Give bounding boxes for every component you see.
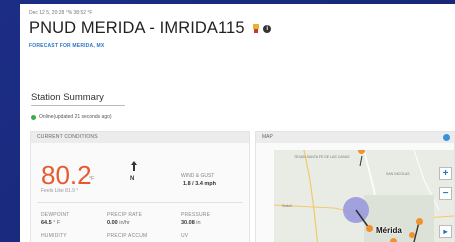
dewpoint-label: DEWPOINT <box>41 212 70 218</box>
page-background: Dec 12 5, 20:28 °% 38:52 °F PNUD MERIDA … <box>0 0 455 242</box>
map-graphics <box>274 150 454 242</box>
humidity-label: HUMIDITY <box>41 233 67 239</box>
current-conditions-header: CURRENT CONDITIONS <box>31 132 249 143</box>
uv-label: UV <box>181 233 189 239</box>
forecast-link[interactable]: FORECAST FOR MERIDA, MX <box>29 43 104 49</box>
status-dot-icon <box>31 114 36 120</box>
dewpoint-value: 64.5 ° F <box>41 220 61 226</box>
precip-accum-label: PRECIP ACCUM <box>107 233 148 239</box>
station-summary-heading: Station Summary <box>31 92 104 103</box>
pressure-value: 30.08 in <box>181 220 201 226</box>
map-place-label: TEXAN SANTA FE DE LAS CASAS <box>294 155 350 159</box>
wind-gust-label: WIND & GUST <box>181 173 215 179</box>
pressure-label: PRESSURE <box>181 212 211 218</box>
timestamp-meta: Dec 12 5, 20:28 °% 38:52 °F <box>29 10 93 16</box>
wind-direction: N <box>130 176 135 182</box>
city-label: Mérida <box>376 226 402 235</box>
station-marker[interactable] <box>416 218 423 225</box>
zoom-in-button[interactable]: + <box>439 167 452 180</box>
station-marker[interactable] <box>366 225 373 232</box>
wind-arrow-icon <box>131 161 137 171</box>
map-place-label: SAN NICOLAS <box>386 172 410 176</box>
wind-gust-value: 1.8 / 3.4 mph <box>183 181 217 187</box>
precip-rate-label: PRECIP RATE <box>107 212 143 218</box>
status-text: Online(updated 21 seconds ago) <box>39 114 112 120</box>
map-header: MAP <box>256 132 454 143</box>
station-title-text: PNUD MERIDA - IMRIDA115 <box>29 19 245 37</box>
badge-icon[interactable] <box>253 24 260 34</box>
station-marker[interactable] <box>390 238 397 242</box>
page-title: PNUD MERIDA - IMRIDA115 i <box>29 19 272 38</box>
temperature-value: 80.2 <box>41 160 92 190</box>
divider <box>37 202 243 203</box>
zoom-out-button[interactable]: − <box>439 187 452 200</box>
station-marker[interactable] <box>409 232 415 238</box>
map-place-label: Sodzil <box>282 204 292 208</box>
play-button[interactable]: ▸ <box>439 225 452 238</box>
station-card: Dec 12 5, 20:28 °% 38:52 °F PNUD MERIDA … <box>20 4 455 242</box>
current-conditions-panel: CURRENT CONDITIONS 80.2 °F Feels Like 81… <box>30 131 250 242</box>
temperature-unit: °F <box>89 176 95 182</box>
info-icon[interactable]: i <box>263 24 272 33</box>
map-panel: MAP TEXAN SANTA FE DE LAS CASAS SAN NICO… <box>255 131 455 242</box>
map-title: MAP <box>262 134 273 140</box>
precip-rate-value: 0.00 in/hr <box>107 220 130 226</box>
status-row: Online(updated 21 seconds ago) <box>31 114 112 120</box>
map-canvas[interactable]: TEXAN SANTA FE DE LAS CASAS SAN NICOLAS … <box>274 150 454 242</box>
divider <box>31 105 125 106</box>
feels-like: Feels Like 81.9 ° <box>41 188 79 194</box>
gear-icon[interactable] <box>443 134 450 141</box>
